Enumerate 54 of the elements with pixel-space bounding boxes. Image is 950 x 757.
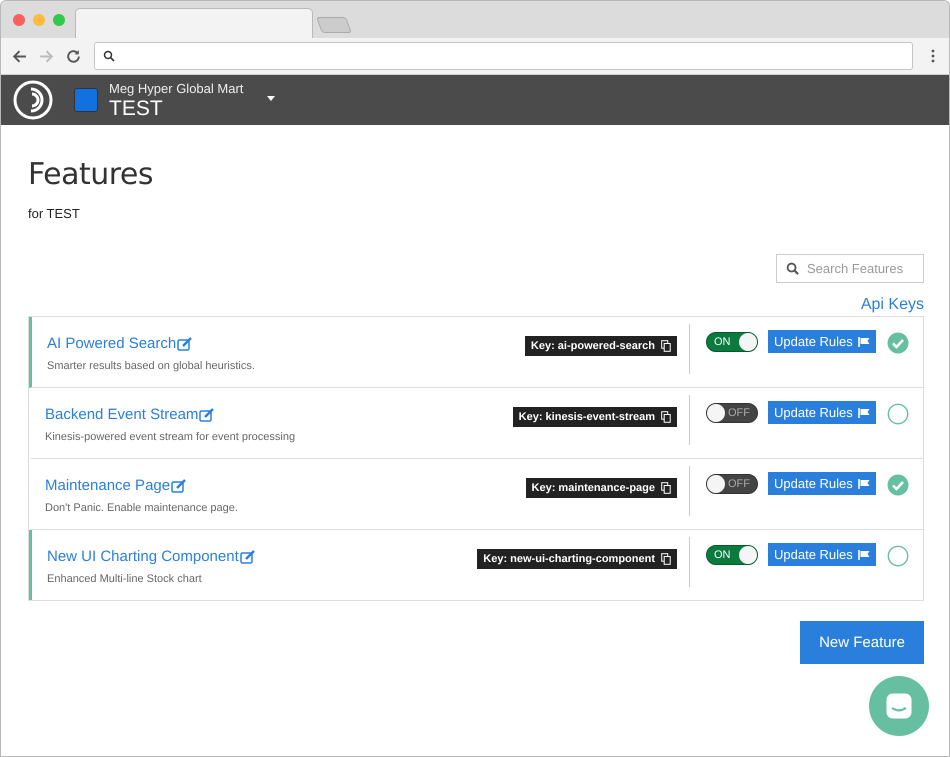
update-rules-button[interactable]: Update Rules	[768, 330, 876, 353]
feature-name-link[interactable]: New UI Charting Component	[47, 548, 239, 565]
edit-icon[interactable]	[240, 550, 256, 564]
feature-name-link[interactable]: Backend Event Stream	[45, 406, 198, 423]
organization-name: Meg Hyper Global Mart	[109, 82, 244, 94]
feature-description: Kinesis-powered event stream for event processing	[45, 431, 296, 443]
feature-name-link[interactable]: AI Powered Search	[47, 335, 176, 352]
logo-icon[interactable]	[13, 80, 53, 120]
page-title: Features	[28, 157, 154, 192]
page-subtitle: for TEST	[28, 206, 81, 221]
copy-icon[interactable]	[661, 340, 671, 352]
edit-icon[interactable]	[199, 408, 216, 422]
copy-icon[interactable]	[661, 553, 671, 565]
api-keys-link[interactable]: Api Keys	[860, 296, 924, 314]
feature-toggle[interactable]: ON	[706, 332, 758, 352]
minimize-dot[interactable]	[33, 14, 45, 26]
feature-toggle[interactable]: OFF	[706, 474, 758, 494]
check-circle-icon[interactable]	[886, 474, 909, 496]
search-icon	[103, 50, 115, 62]
update-rules-button[interactable]: Update Rules	[768, 472, 876, 495]
back-icon[interactable]	[11, 48, 28, 64]
update-rules-button[interactable]: Update Rules	[768, 401, 876, 424]
empty-circle-icon[interactable]	[886, 403, 909, 425]
menu-icon[interactable]	[931, 49, 935, 63]
edit-icon[interactable]	[177, 336, 194, 350]
maximize-dot[interactable]	[53, 14, 65, 26]
reload-icon[interactable]	[65, 48, 82, 64]
feature-toggle[interactable]: OFF	[706, 403, 758, 423]
feature-description: Don't Panic. Enable maintenance page.	[45, 502, 239, 514]
update-rules-button[interactable]: Update Rules	[768, 543, 876, 566]
search-field[interactable]: Search Features	[776, 254, 924, 283]
feature-name-link[interactable]: Maintenance Page	[45, 477, 170, 494]
flag-icon	[858, 478, 870, 488]
copy-icon[interactable]	[661, 411, 671, 423]
flag-icon	[858, 550, 870, 560]
copy-icon[interactable]	[661, 482, 671, 494]
flag-icon	[858, 336, 870, 346]
feature-toggle[interactable]: ON	[706, 545, 758, 565]
empty-circle-icon[interactable]	[886, 545, 909, 567]
feature-key: Key: ai-powered-search	[530, 340, 655, 352]
feature-key: Key: kinesis-event-stream	[518, 411, 655, 423]
feature-key: Key: maintenance-page	[532, 482, 655, 494]
feature-description: Smarter results based on global heuristics.	[47, 360, 256, 372]
new-feature-button[interactable]: New Feature	[800, 621, 924, 664]
caret-icon[interactable]	[267, 96, 276, 100]
feature-key: Key: new-ui-charting-component	[483, 553, 655, 565]
close-dot[interactable]	[13, 14, 25, 26]
check-circle-icon[interactable]	[886, 332, 909, 354]
chat-icon	[884, 691, 914, 721]
project-color-icon	[74, 88, 98, 112]
flag-icon	[858, 408, 870, 418]
feature-description: Enhanced Multi-line Stock chart	[47, 573, 203, 585]
edit-icon[interactable]	[171, 478, 188, 492]
project-name[interactable]: TEST	[109, 98, 244, 118]
